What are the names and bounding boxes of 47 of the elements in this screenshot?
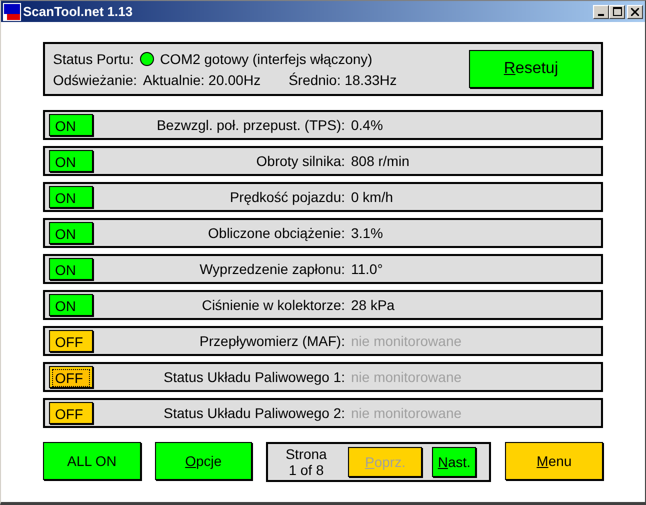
sensor-label: Prędkość pojazdu: xyxy=(228,189,345,205)
sensor-label: Obroty silnika: xyxy=(255,153,345,169)
sensor-value: 11.0° xyxy=(351,261,383,277)
sensor-label: Wyprzedzenie zapłonu: xyxy=(198,261,345,277)
port-status-text: COM2 gotowy (interfejs włączony) xyxy=(160,50,372,66)
sensor-label: Przepływomierz (MAF): xyxy=(198,333,345,349)
sensor-value: 0 km/h xyxy=(351,189,394,205)
sensor-value: 28 kPa xyxy=(351,297,395,313)
window-title: ScanTool.net 1.13 xyxy=(23,4,134,19)
sensor-value: 3.1% xyxy=(351,225,383,241)
maximize-button[interactable] xyxy=(609,4,625,18)
sensor-value: nie monitorowane xyxy=(351,405,462,421)
app-logo-icon xyxy=(3,2,21,20)
page-number: 1 of 8 xyxy=(288,462,324,478)
sensor-toggle[interactable]: ON xyxy=(49,186,93,208)
port-status-label: Status Portu: xyxy=(53,50,134,66)
sensor-value: nie monitorowane xyxy=(351,333,462,349)
next-button[interactable]: Nast. xyxy=(432,447,476,477)
close-icon xyxy=(631,8,639,16)
reset-button[interactable]: Resetuj xyxy=(469,50,593,88)
average-rate: Średnio: 18.33Hz xyxy=(288,72,397,88)
refresh-label: Odświeżanie: xyxy=(53,72,138,88)
all-on-button[interactable]: ALL ON xyxy=(43,442,141,480)
sensor-toggle[interactable]: ON xyxy=(49,222,93,244)
options-button[interactable]: Opcje xyxy=(154,442,252,480)
page-label: Strona xyxy=(286,446,327,462)
minimize-icon xyxy=(598,14,604,16)
sensor-toggle[interactable]: OFF xyxy=(49,366,93,388)
sensor-toggle[interactable]: ON xyxy=(49,294,93,316)
maximize-icon xyxy=(612,7,622,16)
sensor-label: Obliczone obciążenie: xyxy=(207,225,345,241)
sensor-label: Bezwzgl. poł. przepust. (TPS): xyxy=(156,117,345,133)
menu-button[interactable]: Menu xyxy=(505,442,603,480)
sensor-toggle[interactable]: ON xyxy=(49,258,93,280)
sensor-value: 808 r/min xyxy=(351,153,410,169)
sensor-toggle[interactable]: OFF xyxy=(49,330,93,352)
minimize-button[interactable] xyxy=(593,4,609,18)
sensor-value: 0.4% xyxy=(351,117,383,133)
sensor-label: Ciśnienie w kolektorze: xyxy=(200,297,345,313)
sensor-label: Status Układu Paliwowego 1: xyxy=(162,369,345,385)
sensor-toggle[interactable]: ON xyxy=(49,150,93,172)
close-button[interactable] xyxy=(627,4,643,18)
sensor-label: Status Układu Paliwowego 2: xyxy=(162,405,345,421)
sensor-toggle[interactable]: ON xyxy=(49,114,93,136)
current-rate: Aktualnie: 20.00Hz xyxy=(143,72,261,88)
sensor-value: nie monitorowane xyxy=(351,369,462,385)
sensor-toggle[interactable]: OFF xyxy=(49,402,93,424)
